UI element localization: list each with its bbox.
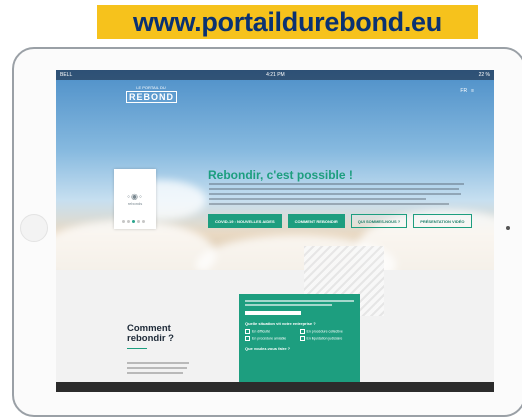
hero-buttons: COVID-19 : NOUVELLES AIDES COMMENT REBON… [208,214,472,228]
title-underline [127,348,147,349]
site-logo[interactable]: LE PORTAIL DU REBOND [126,85,178,107]
lang-toggle[interactable]: FR [460,88,467,94]
menu-icon[interactable]: ≡ [471,88,474,94]
panel-question: Quelle situation vit votre entreprise ? [245,321,316,326]
panel-input[interactable] [245,311,301,315]
how-to-rebound-button[interactable]: COMMENT REBONDIR [287,214,345,228]
option-checkbox[interactable]: En procédure amiable [245,336,300,341]
panel-question-2: Que voulez-vous faire ? [245,346,291,351]
home-button[interactable] [20,214,48,242]
slider-dot[interactable] [127,220,130,223]
section-title: Comment rebondir ? [127,324,174,344]
card-logo-icon: ◦◉◦ [127,192,143,201]
tablet-screen: BELL 4:21 PM 22 % LE PORTAIL DU REBOND F… [56,70,494,392]
hero-paragraph [209,183,464,208]
section-text [127,362,189,377]
url-banner: www.portaildurebond.eu [97,5,478,39]
url-text: www.portaildurebond.eu [133,6,442,37]
slider-dot[interactable] [142,220,145,223]
slider-dot-active[interactable] [132,220,135,223]
camera-dot [506,226,510,230]
status-bar: BELL 4:21 PM 22 % [56,70,494,80]
option-checkbox[interactable]: En difficulté [245,329,300,334]
footer-bar [56,382,494,392]
battery-text: 22 % [478,72,490,78]
option-checkbox[interactable]: En procédure collective [300,329,355,334]
slider-dot[interactable] [122,220,125,223]
section-title-line2: rebondir ? [127,333,174,344]
top-nav: FR ≡ [460,88,474,94]
carrier-text: BELL [60,72,73,78]
card-text: rebonds [127,201,143,206]
option-checkbox[interactable]: En liquidation judiciaire [300,336,355,341]
logo-word: REBOND [126,91,178,103]
about-us-button[interactable]: QUI SOMMES-NOUS ? [350,214,408,228]
slider-dot[interactable] [137,220,140,223]
panel-options: En difficulté En procédure collective En… [245,329,354,341]
logo-small-text: LE PORTAIL DU [136,85,166,90]
video-button[interactable]: PRÉSENTATION VIDÉO [413,214,472,228]
hero-headline: Rebondir, c'est possible ! [208,168,353,182]
clock-text: 4:21 PM [266,72,285,78]
questionnaire-panel: Quelle situation vit votre entreprise ? … [239,294,360,392]
slider-dots [122,220,145,223]
covid-aid-button[interactable]: COVID-19 : NOUVELLES AIDES [208,214,282,228]
